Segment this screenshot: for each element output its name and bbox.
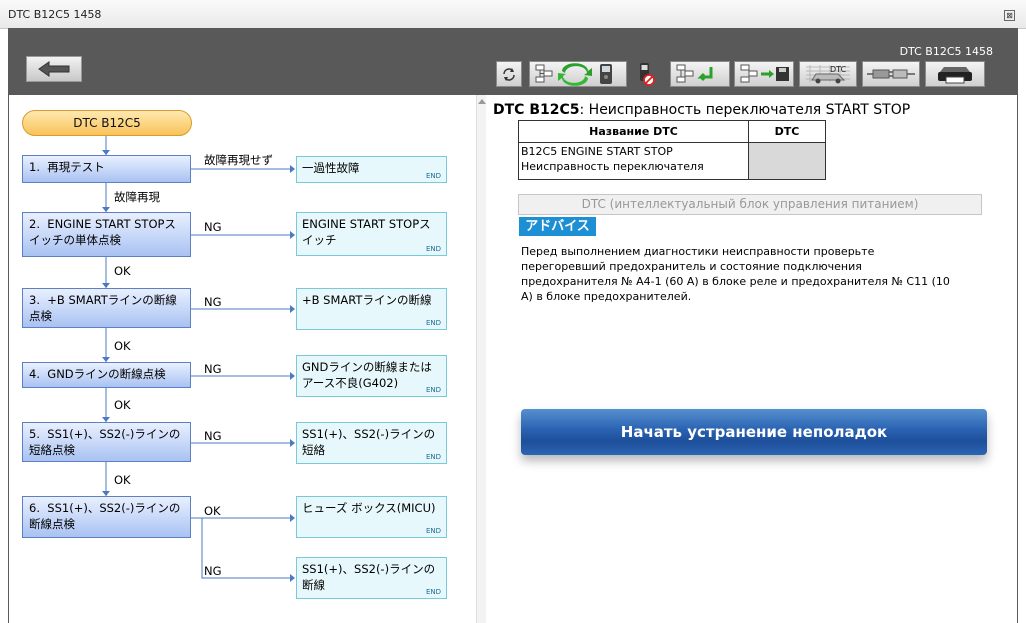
branch-label-ok: OK — [114, 264, 131, 278]
ecu-section-bar: DTC (интеллектуальный блок управления пи… — [518, 194, 982, 215]
flow-step-6[interactable]: 6. SS1(+)、SS2(-)ラインの断線点検 — [22, 496, 191, 538]
advice-text: Перед выполнением диагностики неисправно… — [521, 245, 950, 303]
result-text: ヒューズ ボックス(MICU) — [302, 501, 436, 515]
branch-label-ng: NG — [204, 295, 222, 309]
flow-result-5[interactable]: SS1(+)、SS2(-)ラインの短絡 END — [296, 422, 447, 464]
end-label: END — [425, 386, 441, 394]
dtc-value-cell — [748, 142, 826, 180]
start-troubleshooting-button[interactable]: Начать устранение неполадок — [521, 409, 987, 455]
step-number: 3. — [29, 293, 40, 307]
end-label: END — [425, 588, 441, 596]
result-text: +B SMARTラインの断線 — [302, 293, 432, 307]
step-number: 6. — [29, 501, 40, 515]
branch-label-ok: OK — [114, 339, 131, 353]
branch-label-not-reproduced: 故障再現せず — [204, 153, 273, 167]
advice-label: アドバイス — [519, 217, 596, 236]
detail-title-code: DTC B12C5 — [493, 102, 580, 118]
end-label: END — [425, 527, 441, 535]
branch-label-ok: OK — [204, 504, 221, 518]
dtc-table-header-name: Название DTC — [518, 120, 749, 143]
dtc-table-header-dtc: DTC — [748, 120, 826, 143]
branch-label-ng: NG — [204, 220, 222, 234]
branch-label-ng: NG — [204, 564, 222, 578]
dtc-table: Название DTC DTC B12C5 ENGINE START STOP… — [518, 120, 826, 180]
result-text: ENGINE START STOPスイッチ — [302, 217, 431, 247]
detail-title-text: : Неисправность переключателя START STOP — [579, 102, 911, 118]
flow-step-1[interactable]: 1. 再現テスト — [22, 155, 191, 183]
flow-step-5[interactable]: 5. SS1(+)、SS2(-)ラインの短絡点検 — [22, 422, 191, 462]
dtc-name-line1: B12C5 ENGINE START STOP — [521, 145, 673, 158]
end-label: END — [425, 453, 441, 461]
step-number: 4. — [29, 367, 40, 381]
flow-result-7[interactable]: SS1(+)、SS2(-)ラインの断線 END — [296, 557, 447, 599]
result-text: GNDラインの断線またはアース不良(G402) — [302, 360, 432, 390]
table-row: B12C5 ENGINE START STOP Неисправность пе… — [518, 142, 826, 180]
result-text: SS1(+)、SS2(-)ラインの短絡 — [302, 427, 436, 457]
flow-result-1[interactable]: 一過性故障 END — [296, 156, 447, 183]
step-text: GNDラインの断線点検 — [47, 367, 166, 381]
flow-step-3[interactable]: 3. +B SMARTラインの断線点検 — [22, 288, 191, 328]
dtc-name-cell: B12C5 ENGINE START STOP Неисправность пе… — [518, 142, 749, 180]
flow-result-4[interactable]: GNDラインの断線またはアース不良(G402) END — [296, 355, 447, 397]
branch-label-ok: OK — [114, 398, 131, 412]
flow-step-4[interactable]: 4. GNDラインの断線点検 — [22, 362, 191, 388]
flow-result-6[interactable]: ヒューズ ボックス(MICU) END — [296, 496, 447, 538]
flow-step-2[interactable]: 2. ENGINE START STOPスイッチの単体点検 — [22, 212, 191, 257]
flow-result-2[interactable]: ENGINE START STOPスイッチ END — [296, 212, 447, 256]
step-number: 2. — [29, 217, 40, 231]
end-label: END — [425, 319, 441, 327]
dtc-name-line2: Неисправность переключателя — [521, 160, 704, 173]
branch-label-ng: NG — [204, 429, 222, 443]
branch-label-ng: NG — [204, 362, 222, 376]
branch-label-reproduced: 故障再現 — [114, 190, 160, 204]
result-text: SS1(+)、SS2(-)ラインの断線 — [302, 562, 436, 592]
result-text: 一過性故障 — [302, 161, 360, 175]
flow-start-node[interactable]: DTC B12C5 — [22, 110, 192, 136]
step-text: +B SMARTラインの断線点検 — [29, 293, 177, 323]
branch-label-ok: OK — [114, 473, 131, 487]
step-number: 5. — [29, 427, 40, 441]
step-text: ENGINE START STOPスイッチの単体点検 — [29, 217, 176, 247]
step-text: 再現テスト — [47, 160, 105, 174]
step-text: SS1(+)、SS2(-)ラインの断線点検 — [29, 501, 181, 531]
step-text: SS1(+)、SS2(-)ラインの短絡点検 — [29, 427, 181, 457]
end-label: END — [425, 172, 441, 180]
detail-title: DTC B12C5: Неисправность переключателя S… — [493, 102, 910, 118]
flow-result-3[interactable]: +B SMARTラインの断線 END — [296, 288, 447, 330]
step-number: 1. — [29, 160, 40, 174]
end-label: END — [425, 245, 441, 253]
